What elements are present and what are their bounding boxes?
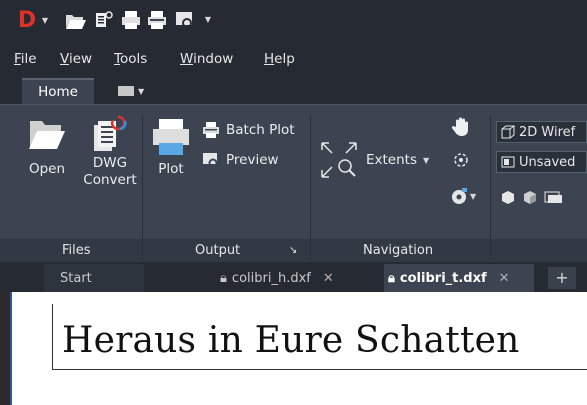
lock-icon: 🔒︎ xyxy=(220,270,227,286)
pan-hand-icon[interactable] xyxy=(451,117,470,141)
solid-cube-icon[interactable] xyxy=(500,189,516,209)
tab-home[interactable]: Home xyxy=(22,78,94,104)
customize-toolbar-caret-icon[interactable]: ▼ xyxy=(202,13,214,25)
named-view-value: Unsaved xyxy=(519,154,576,170)
text-boundary-line xyxy=(52,304,53,370)
open-folder-icon xyxy=(29,121,65,149)
dwg-convert-label-1: DWG xyxy=(92,155,128,171)
dwg-convert-icon[interactable] xyxy=(94,9,114,31)
open-button[interactable]: Open xyxy=(22,115,72,178)
batch-plot-icon xyxy=(203,122,219,138)
view-panel-footer xyxy=(491,239,587,262)
preview-label: Preview xyxy=(226,152,279,168)
tab-colibri-h[interactable]: 🔒︎ colibri_h.dxf ✕ xyxy=(220,264,334,292)
quick-access-toolbar: D ▼ ▼ xyxy=(0,0,587,44)
app-logo-icon: D xyxy=(17,7,37,33)
new-tab-button[interactable]: + xyxy=(548,267,576,289)
menu-view[interactable]: View xyxy=(60,51,92,67)
orbit-icon[interactable] xyxy=(452,151,470,173)
ribbon-tab-row: Home ▼ xyxy=(0,74,587,104)
batch-plot-button[interactable]: Batch Plot xyxy=(202,121,295,139)
shaded-cube-icon[interactable] xyxy=(522,189,538,209)
named-view-combo[interactable]: Unsaved xyxy=(496,151,587,173)
preview-icon xyxy=(203,153,218,168)
app-menu-button[interactable]: D xyxy=(14,7,40,33)
preview-button[interactable]: Preview xyxy=(202,151,279,169)
panel-expand-icon[interactable]: ↘ xyxy=(289,245,297,256)
ribbon-display-dropdown[interactable]: ▼ xyxy=(118,83,154,99)
document-tab-bar: Start 🔒︎ colibri_h.dxf ✕ 🔒︎ colibri_t.dx… xyxy=(0,262,587,292)
plot-icon[interactable] xyxy=(120,9,142,31)
close-icon[interactable]: ✕ xyxy=(499,271,510,286)
output-panel-footer: Output ↘ xyxy=(143,239,310,262)
menu-file[interactable]: File xyxy=(14,51,37,67)
tab-start-label: Start xyxy=(60,270,92,286)
dwg-convert-icon xyxy=(94,115,127,151)
navigation-panel-title: Navigation xyxy=(363,243,434,258)
navigation-wheel-icon xyxy=(452,188,467,204)
ribbon-panel-area: Open DWG Convert Plot Batch Plot Preview… xyxy=(0,104,587,262)
open-label: Open xyxy=(28,161,66,177)
tab-colibri-h-label: colibri_h.dxf xyxy=(231,270,311,286)
plot-label: Plot xyxy=(158,161,184,177)
extents-label: Extents xyxy=(366,152,418,168)
zoom-extents-icon xyxy=(321,142,357,178)
app-menu-caret-icon[interactable]: ▼ xyxy=(40,14,50,26)
menu-bar: File View Tools Window Help xyxy=(0,44,587,74)
menu-window[interactable]: Window xyxy=(180,51,233,67)
tab-colibri-t[interactable]: 🔒︎ colibri_t.dxf ✕ xyxy=(384,264,534,292)
ribbon-minimize-icon xyxy=(118,86,134,96)
visual-style-value: 2D Wiref xyxy=(519,124,576,140)
navigation-wheel-button[interactable]: ▼ xyxy=(450,187,476,205)
preview-icon[interactable] xyxy=(174,9,196,31)
named-view-icon xyxy=(501,156,515,168)
menu-tools[interactable]: Tools xyxy=(114,51,147,67)
menu-help[interactable]: Help xyxy=(264,51,295,67)
text-boundary-line xyxy=(52,369,587,370)
tab-start[interactable]: Start xyxy=(44,264,144,292)
tab-colibri-t-label: colibri_t.dxf xyxy=(399,270,487,286)
lock-icon: 🔒︎ xyxy=(388,270,395,286)
chevron-down-icon: ▼ xyxy=(470,191,477,201)
printer-icon xyxy=(153,119,189,155)
close-icon[interactable]: ✕ xyxy=(323,271,334,286)
files-panel-title: Files xyxy=(62,243,91,258)
wireframe-cube-icon xyxy=(501,125,515,139)
dwg-convert-label-2: Convert xyxy=(83,172,137,188)
render-icon[interactable] xyxy=(544,189,562,209)
chevron-down-icon: ▼ xyxy=(423,155,430,165)
chevron-down-icon: ▼ xyxy=(138,86,145,96)
dwg-convert-button[interactable]: DWG Convert xyxy=(82,113,138,189)
extents-button[interactable]: Extents ▼ xyxy=(318,139,429,181)
output-panel-title: Output xyxy=(195,243,241,258)
batch-plot-label: Batch Plot xyxy=(226,122,295,138)
drawing-text-entity[interactable]: Heraus in Eure Schatten xyxy=(62,320,520,361)
plot-button[interactable]: Plot xyxy=(146,117,196,178)
visual-style-combo[interactable]: 2D Wiref xyxy=(496,121,587,143)
open-icon[interactable] xyxy=(64,10,88,32)
files-panel-footer: Files xyxy=(0,239,142,262)
navigation-panel-footer: Navigation xyxy=(311,239,490,262)
batch-plot-icon[interactable] xyxy=(146,9,168,31)
